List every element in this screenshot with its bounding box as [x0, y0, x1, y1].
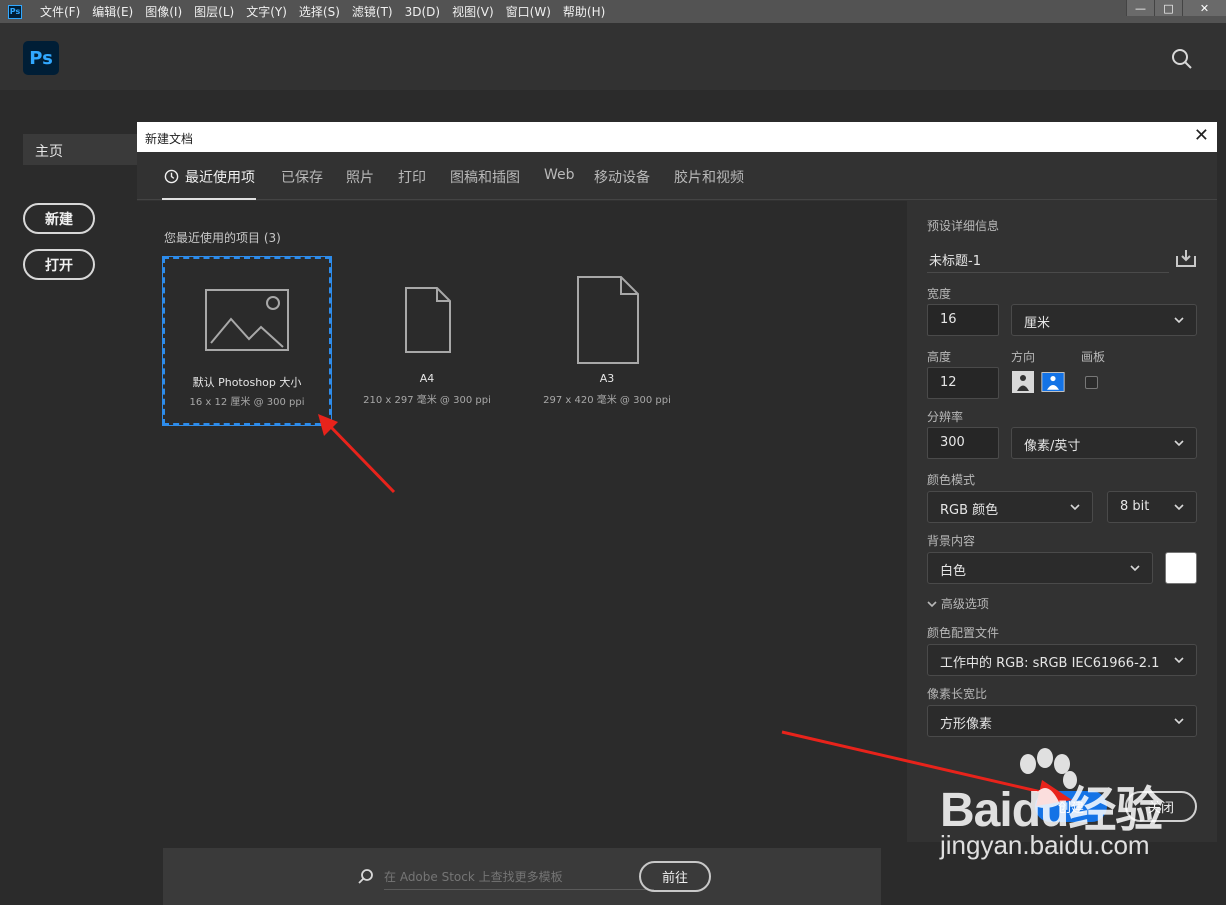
color-mode-select[interactable]: RGB 颜色	[927, 491, 1093, 523]
menu-view[interactable]: 视图(V)	[446, 3, 500, 20]
preset-a4[interactable]: A4 210 x 297 毫米 @ 300 ppi	[343, 257, 511, 425]
watermark-url: jingyan.baidu.com	[940, 830, 1150, 860]
color-profile-select[interactable]: 工作中的 RGB: sRGB IEC61966-2.1	[927, 644, 1197, 676]
orientation-label: 方向	[1011, 350, 1036, 364]
chevron-down-icon	[1070, 504, 1080, 511]
background-label: 背景内容	[927, 534, 976, 548]
chevron-down-icon	[927, 601, 937, 608]
menu-window[interactable]: 窗口(W)	[500, 3, 557, 20]
width-label: 宽度	[927, 287, 952, 301]
advanced-options-label: 高级选项	[940, 597, 989, 611]
height-label: 高度	[927, 350, 952, 364]
preset-description: 16 x 12 厘米 @ 300 ppi	[189, 397, 305, 408]
menu-edit[interactable]: 编辑(E)	[86, 3, 139, 20]
width-unit-select[interactable]: 厘米	[1011, 304, 1197, 336]
resolution-unit-value: 像素/英寸	[1024, 439, 1081, 454]
new-button[interactable]: 新建	[23, 203, 95, 234]
save-preset-icon[interactable]	[1175, 248, 1197, 268]
tab-art-illustration[interactable]: 图稿和插图	[450, 167, 520, 187]
background-color-swatch[interactable]	[1165, 552, 1197, 584]
dialog-titlebar: 新建文档 ✕	[137, 122, 1217, 152]
document-name-field[interactable]: 未标题-1	[927, 244, 1169, 273]
color-mode-value: RGB 颜色	[940, 503, 999, 518]
photoshop-app-icon: Ps	[8, 4, 22, 19]
window-controls: — □ ✕	[1126, 0, 1226, 16]
menu-image[interactable]: 图像(I)	[139, 3, 188, 20]
background-value: 白色	[940, 564, 967, 579]
document-icon	[405, 287, 451, 353]
photoshop-logo: Ps	[23, 41, 59, 75]
stock-search-input[interactable]	[384, 864, 654, 890]
artboard-label: 画板	[1081, 350, 1106, 364]
tab-recent-label: 最近使用项	[185, 170, 255, 186]
chevron-down-icon	[1174, 718, 1184, 725]
tab-web[interactable]: Web	[544, 167, 575, 183]
color-profile-value: 工作中的 RGB: sRGB IEC61966-2.1	[940, 656, 1160, 671]
search-icon	[358, 869, 373, 884]
menu-layer[interactable]: 图层(L)	[188, 3, 240, 20]
chevron-down-icon	[1130, 565, 1140, 572]
app-header: Ps	[0, 23, 1226, 90]
tab-photo[interactable]: 照片	[346, 167, 374, 187]
portrait-orientation-icon[interactable]	[1011, 370, 1035, 394]
pixel-aspect-label: 像素长宽比	[927, 687, 988, 701]
preset-name: A3	[599, 372, 615, 385]
menu-filter[interactable]: 滤镜(T)	[346, 3, 399, 20]
resolution-label: 分辨率	[927, 410, 964, 424]
document-icon	[577, 276, 639, 364]
menu-bar: Ps 文件(F) 编辑(E) 图像(I) 图层(L) 文字(Y) 选择(S) 滤…	[0, 0, 1226, 23]
minimize-button[interactable]: —	[1126, 0, 1154, 16]
preset-name: 默认 Photoshop 大小	[192, 376, 302, 389]
baidu-watermark: Baidu经验 jingyan.baidu.com	[940, 740, 1190, 870]
resolution-input[interactable]: 300	[927, 427, 999, 459]
image-icon	[205, 289, 289, 351]
tab-film-video[interactable]: 胶片和视频	[674, 167, 744, 187]
preset-a3[interactable]: A3 297 x 420 毫米 @ 300 ppi	[523, 257, 691, 425]
category-tabs: 最近使用项 已保存 照片 打印 图稿和插图 Web 移动设备 胶片和视频	[137, 152, 1217, 200]
annotation-arrow	[318, 414, 396, 494]
menu-file[interactable]: 文件(F)	[34, 3, 86, 20]
menu-select[interactable]: 选择(S)	[293, 3, 346, 20]
chevron-down-icon	[1174, 440, 1184, 447]
tab-recent[interactable]: 最近使用项	[164, 167, 255, 187]
tab-mobile[interactable]: 移动设备	[594, 167, 650, 187]
preset-description: 297 x 420 毫米 @ 300 ppi	[543, 395, 671, 406]
width-input[interactable]: 16	[927, 304, 999, 336]
menu-3d[interactable]: 3D(D)	[399, 5, 446, 19]
clock-icon	[164, 169, 179, 184]
width-unit-value: 厘米	[1024, 316, 1051, 331]
chevron-down-icon	[1174, 504, 1184, 511]
bit-depth-select[interactable]: 8 bit	[1107, 491, 1197, 523]
maximize-button[interactable]: □	[1154, 0, 1182, 16]
details-header: 预设详细信息	[927, 219, 1000, 233]
home-sidebar: 主页 新建 打开	[0, 90, 137, 877]
color-profile-label: 颜色配置文件	[927, 626, 1000, 640]
menu-type[interactable]: 文字(Y)	[240, 3, 293, 20]
tab-print[interactable]: 打印	[398, 167, 426, 187]
chevron-down-icon	[1174, 317, 1184, 324]
preset-default-photoshop[interactable]: 默认 Photoshop 大小 16 x 12 厘米 @ 300 ppi	[162, 256, 332, 426]
dialog-title: 新建文档	[145, 132, 194, 146]
active-tab-indicator	[162, 198, 256, 200]
background-select[interactable]: 白色	[927, 552, 1153, 584]
artboard-checkbox[interactable]	[1085, 376, 1098, 389]
dialog-close-icon[interactable]: ✕	[1194, 127, 1209, 145]
bit-depth-value: 8 bit	[1120, 499, 1150, 514]
height-input[interactable]: 12	[927, 367, 999, 399]
sidebar-item-home[interactable]: 主页	[23, 134, 137, 165]
menu-help[interactable]: 帮助(H)	[557, 3, 611, 20]
preset-name: A4	[419, 372, 435, 385]
recent-items-label: 您最近使用的项目 (3)	[164, 231, 281, 245]
chevron-down-icon	[1174, 657, 1184, 664]
search-icon[interactable]	[1170, 47, 1194, 71]
color-mode-label: 颜色模式	[927, 473, 976, 487]
open-button[interactable]: 打开	[23, 249, 95, 280]
preset-description: 210 x 297 毫米 @ 300 ppi	[363, 395, 491, 406]
resolution-unit-select[interactable]: 像素/英寸	[1011, 427, 1197, 459]
tab-saved[interactable]: 已保存	[281, 167, 323, 187]
landscape-orientation-icon[interactable]	[1041, 370, 1065, 394]
advanced-options-toggle[interactable]: 高级选项	[927, 595, 989, 612]
window-close-button[interactable]: ✕	[1182, 0, 1226, 16]
